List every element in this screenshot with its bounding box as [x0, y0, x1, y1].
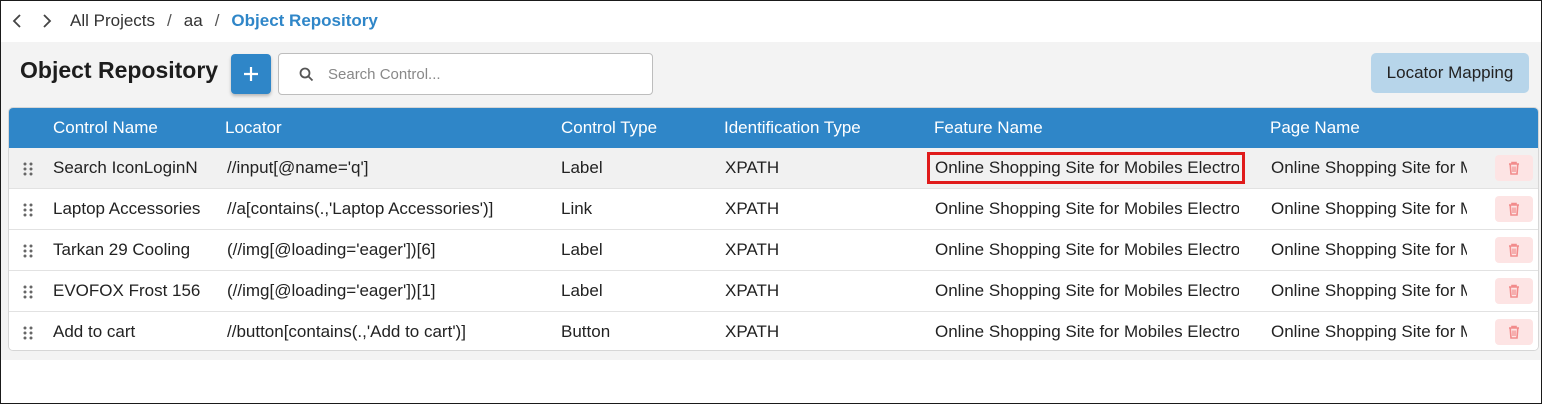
breadcrumb-project[interactable]: aa — [184, 11, 203, 31]
cell-identification-type: XPATH — [725, 281, 780, 300]
cell-identification-type: XPATH — [725, 158, 780, 177]
delete-button[interactable] — [1495, 237, 1533, 263]
table-row[interactable]: Search IconLoginN //input[@name='q'] Lab… — [9, 148, 1538, 188]
locator-mapping-button[interactable]: Locator Mapping — [1371, 53, 1529, 93]
cell-control-type: Label — [561, 240, 603, 259]
breadcrumb: All Projects / aa / Object Repository — [0, 0, 1540, 42]
cell-locator: (//img[@loading='eager'])[6] — [227, 240, 436, 259]
cell-page-name: Online Shopping Site for M — [1271, 158, 1467, 177]
trash-icon — [1509, 325, 1519, 339]
delete-button[interactable] — [1495, 196, 1533, 222]
trash-icon — [1509, 161, 1519, 175]
column-header-identification-type[interactable]: Identification Type — [724, 108, 861, 148]
cell-control-name: Laptop Accessories — [53, 199, 201, 218]
column-header-control-type[interactable]: Control Type — [561, 108, 657, 148]
cell-feature-name: Online Shopping Site for Mobiles Electro — [935, 281, 1239, 300]
column-header-control-name[interactable]: Control Name — [53, 108, 158, 148]
drag-handle-icon[interactable] — [23, 202, 33, 222]
cell-control-name: Search IconLoginN — [53, 158, 198, 177]
delete-button[interactable] — [1495, 319, 1533, 345]
delete-button[interactable] — [1495, 155, 1533, 181]
trash-icon — [1509, 284, 1519, 298]
repository-header: Object Repository Locator Mapping — [1, 42, 1541, 106]
cell-page-name: Online Shopping Site for M — [1271, 281, 1467, 300]
delete-button[interactable] — [1495, 278, 1533, 304]
cell-control-type: Label — [561, 158, 603, 177]
cell-page-name: Online Shopping Site for M — [1271, 322, 1467, 341]
drag-handle-icon[interactable] — [23, 243, 33, 263]
add-control-button[interactable] — [231, 54, 271, 94]
cell-locator: //a[contains(.,'Laptop Accessories')] — [227, 199, 494, 218]
forward-arrow-icon[interactable] — [40, 14, 54, 28]
trash-icon — [1509, 202, 1519, 216]
cell-control-name: Tarkan 29 Cooling — [53, 240, 191, 259]
breadcrumb-separator: / — [214, 11, 220, 30]
controls-table: Control Name Locator Control Type Identi… — [8, 107, 1539, 351]
search-box[interactable] — [278, 53, 653, 95]
cell-feature-name: Online Shopping Site for Mobiles Electro — [935, 240, 1239, 259]
table-row[interactable]: Add to cart //button[contains(.,'Add to … — [9, 311, 1538, 350]
cell-feature-name: Online Shopping Site for Mobiles Electro — [935, 158, 1239, 177]
breadcrumb-all-projects[interactable]: All Projects — [70, 11, 155, 31]
repository-panel: Object Repository Locator Mapping Contro… — [1, 42, 1541, 360]
cell-page-name: Online Shopping Site for M — [1271, 199, 1467, 218]
breadcrumb-separator: / — [167, 11, 172, 30]
cell-locator: //button[contains(.,'Add to cart')] — [227, 322, 466, 341]
cell-identification-type: XPATH — [725, 240, 780, 259]
cell-identification-type: XPATH — [725, 199, 780, 218]
cell-control-type: Link — [561, 199, 593, 218]
column-header-locator[interactable]: Locator — [225, 108, 282, 148]
page-title: Object Repository — [20, 57, 219, 83]
cell-control-name: EVOFOX Frost 156 — [53, 281, 201, 300]
cell-identification-type: XPATH — [725, 322, 780, 341]
back-arrow-icon[interactable] — [10, 14, 24, 28]
column-header-page-name[interactable]: Page Name — [1270, 108, 1360, 148]
drag-handle-icon[interactable] — [23, 284, 33, 304]
cell-locator: (//img[@loading='eager'])[1] — [227, 281, 436, 300]
cell-locator: //input[@name='q'] — [227, 158, 369, 177]
cell-page-name: Online Shopping Site for M — [1271, 240, 1467, 259]
trash-icon — [1509, 243, 1519, 257]
table-header: Control Name Locator Control Type Identi… — [9, 108, 1538, 148]
cell-feature-name: Online Shopping Site for Mobiles Electro — [935, 199, 1239, 218]
table-row[interactable]: Laptop Accessories //a[contains(.,'Lapto… — [9, 188, 1538, 229]
cell-control-name: Add to cart — [53, 322, 136, 341]
plus-icon — [244, 67, 258, 81]
table-row[interactable]: EVOFOX Frost 156 (//img[@loading='eager'… — [9, 270, 1538, 311]
search-icon — [299, 67, 314, 82]
cell-control-type: Button — [561, 322, 611, 341]
column-header-feature-name[interactable]: Feature Name — [934, 108, 1043, 148]
breadcrumb-current: Object Repository — [231, 11, 378, 30]
drag-handle-icon[interactable] — [23, 325, 33, 345]
drag-handle-icon[interactable] — [23, 161, 33, 181]
cell-control-type: Label — [561, 281, 603, 300]
table-row[interactable]: Tarkan 29 Cooling (//img[@loading='eager… — [9, 229, 1538, 270]
search-input[interactable] — [326, 64, 630, 84]
cell-feature-name: Online Shopping Site for Mobiles Electro — [935, 322, 1239, 341]
